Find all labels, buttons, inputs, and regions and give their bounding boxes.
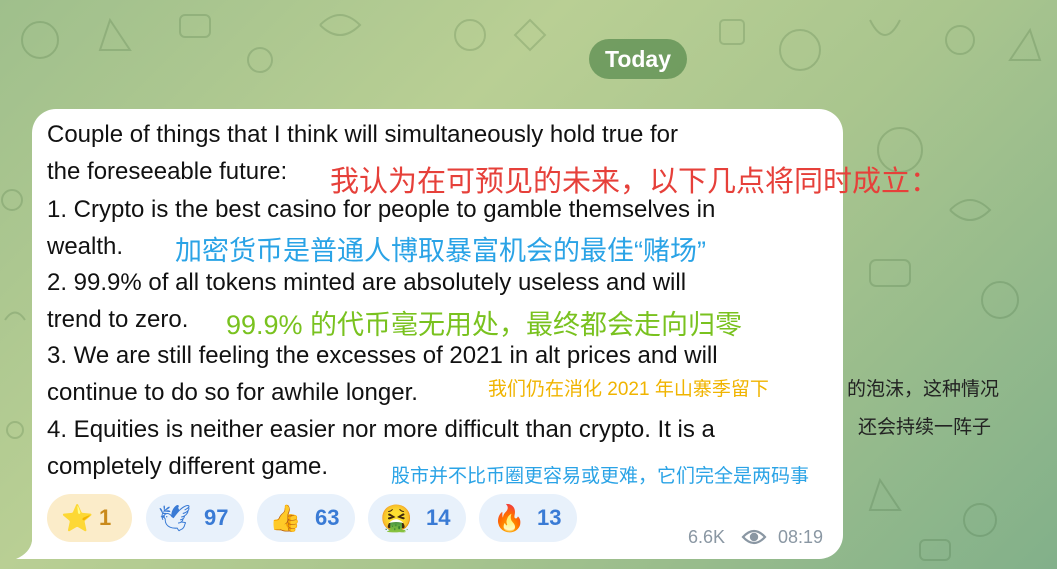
nauseated-face-icon: 🤮 (380, 503, 413, 533)
translation-annotation: 股市并不比币圈更容易或更难，它们完全是两码事 (391, 466, 810, 487)
translation-annotation: 加密货币是普通人博取暴富机会的最佳“赌场” (175, 236, 706, 266)
reaction-star[interactable]: ⭐ 1 (47, 494, 132, 542)
message-line: completely different game. (47, 453, 329, 480)
fire-icon: 🔥 (493, 503, 526, 533)
translation-annotation: 我认为在可预见的未来，以下几点将同时成立： (330, 166, 940, 198)
message-line: 4. Equities is neither easier nor more d… (47, 416, 715, 443)
message-line: continue to do so for awhile longer. (47, 379, 418, 406)
date-separator: Today (589, 39, 687, 79)
message-line: wealth. (47, 233, 124, 260)
reaction-count: 63 (315, 505, 340, 530)
reaction-nauseated-face[interactable]: 🤮 14 (368, 494, 466, 542)
eye-icon (741, 529, 767, 545)
translation-annotation: 的泡沫，这种情况 (847, 379, 1000, 400)
translation-annotation: 99.9% 的代币毫无用处，最终都会走向归零 (226, 310, 743, 340)
reaction-dove[interactable]: 🕊 97 (146, 494, 244, 542)
reaction-count: 13 (537, 505, 562, 530)
views-count: 6.6K (688, 527, 726, 547)
message-time: 08:19 (778, 527, 824, 547)
reaction-count: 1 (99, 505, 112, 530)
translation-annotation: 还会持续一阵子 (858, 417, 992, 438)
thumbs-up-icon: 👍 (269, 503, 302, 533)
reaction-thumbs-up[interactable]: 👍 63 (257, 494, 355, 542)
message-line: 3. We are still feeling the excesses of … (47, 342, 718, 369)
message-line: Couple of things that I think will simul… (47, 121, 678, 148)
message-line: the foreseeable future: (47, 158, 288, 185)
translation-annotation: 我们仍在消化 2021 年山寨季留下 (488, 379, 769, 400)
reaction-fire[interactable]: 🔥 13 (479, 494, 577, 542)
reaction-count: 14 (426, 505, 451, 530)
star-icon: ⭐ (61, 503, 94, 533)
reaction-count: 97 (204, 505, 229, 530)
message-line: 2. 99.9% of all tokens minted are absolu… (47, 269, 687, 296)
message-line: trend to zero. (47, 306, 189, 333)
dove-icon: 🕊 (158, 503, 192, 533)
